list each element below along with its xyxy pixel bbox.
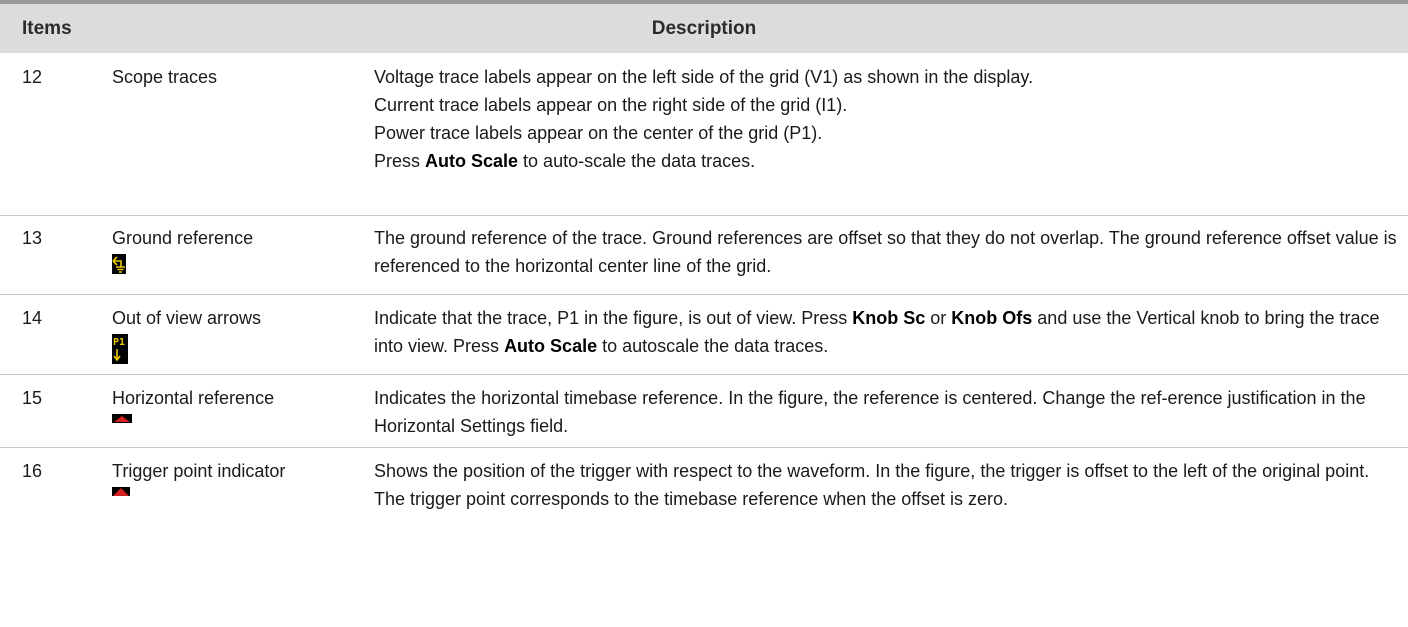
item-name: Trigger point indicator: [112, 461, 286, 481]
trigger-point-icon: [112, 487, 130, 496]
table-row: 14 Out of view arrows P1 Indicate that t…: [0, 295, 1408, 375]
item-cell: Out of view arrows P1: [80, 304, 374, 374]
item-cell: Ground reference: [80, 224, 374, 294]
item-cell: Horizontal reference: [80, 384, 374, 447]
key-knob-sc: Knob Sc: [852, 308, 926, 328]
header-description: Description: [651, 17, 757, 39]
item-number: 13: [22, 228, 43, 248]
description-line: Press Auto Scale to auto-scale the data …: [374, 151, 756, 171]
out-of-view-label: P1: [113, 337, 125, 348]
item-number: 15: [22, 388, 43, 408]
description-line: Power trace labels appear on the center …: [374, 123, 823, 143]
item-description: Indicate that the trace, P1 in the figur…: [374, 308, 1380, 356]
out-of-view-arrow-icon: P1: [112, 334, 128, 364]
item-number: 12: [22, 67, 43, 87]
item-number: 14: [22, 308, 43, 328]
items-description-table: Items Description 12 Scope traces Voltag…: [0, 0, 1408, 550]
item-name: Horizontal reference: [112, 388, 275, 408]
item-name: Ground reference: [112, 228, 254, 248]
item-name: Out of view arrows: [112, 308, 262, 328]
table-header: Items Description: [0, 4, 1408, 53]
key-auto-scale: Auto Scale: [425, 151, 519, 171]
description-line: Voltage trace labels appear on the left …: [374, 67, 1034, 87]
table-row: 13 Ground reference The ground reference…: [0, 216, 1408, 295]
item-description: Shows the position of the trigger with r…: [374, 461, 1370, 509]
item-name: Scope traces: [112, 67, 218, 87]
item-description: The ground reference of the trace. Groun…: [374, 228, 1397, 276]
table-row: 16 Trigger point indicator Shows the pos…: [0, 448, 1408, 550]
item-number: 16: [22, 461, 43, 481]
ground-reference-icon: [112, 254, 126, 274]
horizontal-reference-icon: [112, 414, 132, 423]
item-cell: Trigger point indicator: [80, 457, 374, 550]
header-items: Items: [22, 17, 72, 39]
key-auto-scale: Auto Scale: [504, 336, 598, 356]
key-knob-ofs: Knob Ofs: [951, 308, 1033, 328]
table-row: 15 Horizontal reference Indicates the ho…: [0, 375, 1408, 448]
item-description: Voltage trace labels appear on the left …: [374, 63, 1408, 215]
description-line: Current trace labels appear on the right…: [374, 95, 848, 115]
table-row: 12 Scope traces Voltage trace labels app…: [0, 53, 1408, 216]
item-description: Indicates the horizontal timebase refere…: [374, 388, 1366, 436]
